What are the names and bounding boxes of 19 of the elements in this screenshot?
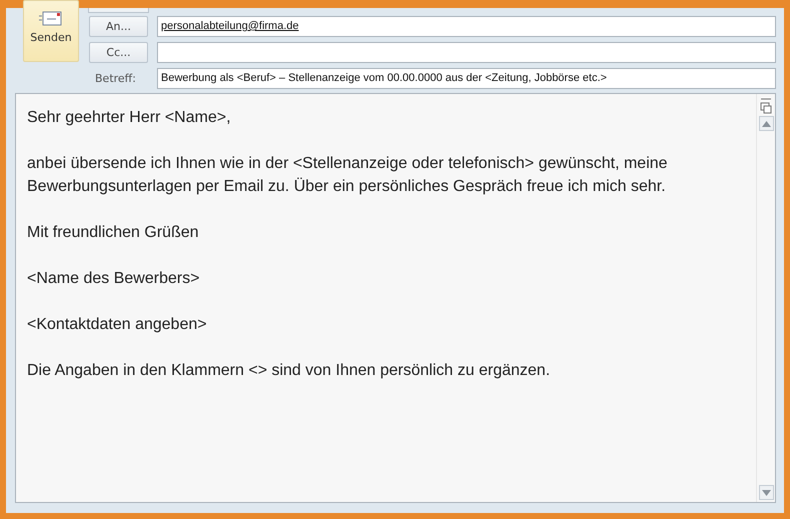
toolbar-button[interactable] xyxy=(88,8,149,13)
cc-field[interactable] xyxy=(157,42,776,63)
body-paragraph: Sehr geehrter Herr <Name>, xyxy=(27,108,232,128)
address-button[interactable]: An... xyxy=(89,16,148,37)
body-paragraph: Die Angaben in den Klammern <> sind von Ihnen persönlich zu ergänzen. xyxy=(27,361,552,381)
address-button[interactable]: Cc... xyxy=(89,42,148,63)
envelope-icon xyxy=(39,11,63,27)
down-arrow-icon xyxy=(762,490,770,496)
send-button[interactable]: Senden xyxy=(23,0,79,62)
body-paragraph: <Name des Bewerbers> xyxy=(27,269,201,289)
up-arrow-icon xyxy=(762,120,770,126)
body-paragraph: anbei übersende ich Ihnen wie in der <Stellenanzeige oder telefonisch> gewünscht, meine Bewerbungsunterlagen per Email zu. Über ein persönliches Gespräch freue ich mich sehr. xyxy=(27,154,668,197)
subject-field[interactable]: Bewerbung als <Beruf> – Stellenanzeige vom 00.00.0000 aus der <Zeitung, Jobbörse etc.> xyxy=(157,68,776,89)
scroll-down-button[interactable] xyxy=(758,485,774,500)
body-paragraph: <Kontaktdaten angeben> xyxy=(27,315,208,335)
body-paragraph: Mit freundlichen Grüßen xyxy=(27,223,200,243)
scroll-up-button[interactable] xyxy=(758,116,774,131)
to-field[interactable]: personalabteilung@firma.de xyxy=(157,16,776,37)
subject-label: Betreff: xyxy=(94,72,137,85)
